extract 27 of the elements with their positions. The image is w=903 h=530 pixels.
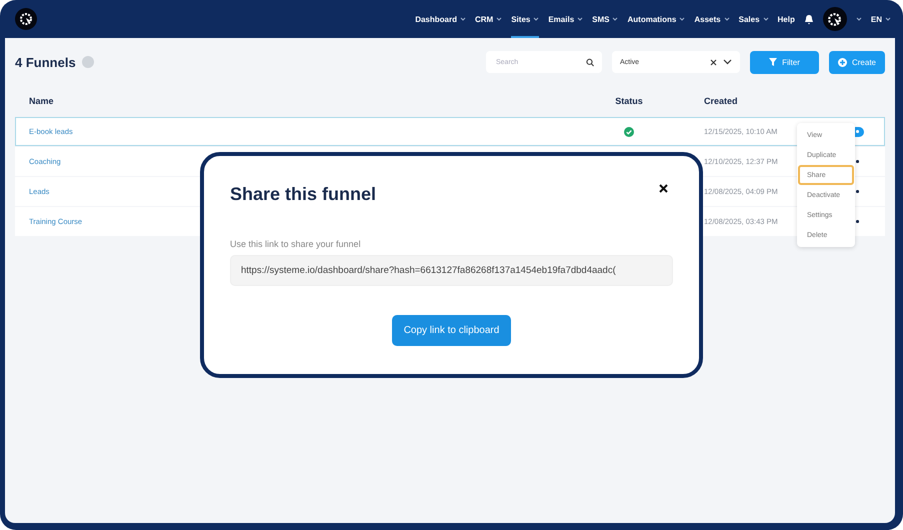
plus-circle-icon bbox=[838, 58, 847, 66]
nav-item[interactable]: CRM bbox=[475, 0, 502, 38]
funnel-icon bbox=[769, 58, 778, 66]
chevron-down-icon[interactable] bbox=[723, 59, 732, 65]
nav-item[interactable]: Dashboard bbox=[415, 0, 466, 38]
clear-icon[interactable] bbox=[710, 58, 717, 66]
nav-item[interactable]: Help bbox=[778, 0, 795, 38]
link-field[interactable]: https://systeme.io/dashboard/share?hash=6613127fa86268f137a1454eb19fa7dbd4aadc( bbox=[230, 255, 673, 286]
search-icon bbox=[586, 58, 594, 66]
caret-icon bbox=[885, 16, 891, 22]
dialog-title: Share this funnel bbox=[230, 184, 376, 205]
logo-icon[interactable] bbox=[15, 8, 37, 30]
nav-item[interactable]: SMS bbox=[592, 0, 618, 38]
nav-item[interactable]: Sales bbox=[738, 0, 769, 38]
column-header: Status bbox=[614, 96, 644, 106]
nav-item[interactable]: Assets bbox=[694, 0, 730, 38]
avatar-icon[interactable] bbox=[822, 7, 847, 31]
column-header: Created bbox=[704, 96, 739, 106]
field-label: Use this link to share your funnel bbox=[230, 239, 362, 249]
nav-item[interactable]: Automations bbox=[627, 0, 686, 38]
nav-item[interactable]: Emails bbox=[548, 0, 584, 38]
bell-icon[interactable] bbox=[804, 14, 814, 24]
language-menu[interactable]: EN bbox=[870, 0, 891, 38]
caret-icon[interactable] bbox=[856, 16, 862, 22]
column-header: Name bbox=[29, 96, 55, 106]
close-button[interactable] bbox=[658, 182, 669, 193]
page-title: 4 Funnels bbox=[15, 54, 76, 70]
